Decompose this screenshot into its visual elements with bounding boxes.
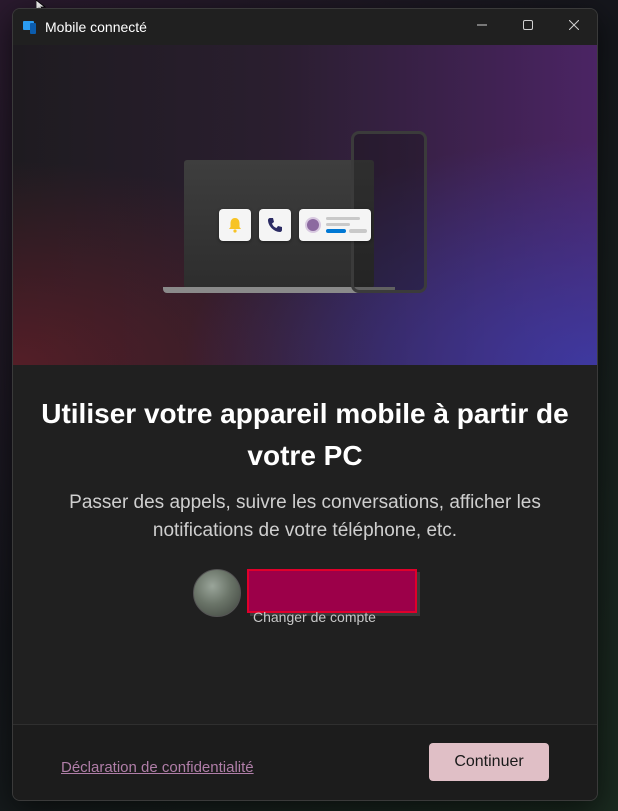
user-avatar — [193, 569, 241, 617]
window-controls — [459, 9, 597, 41]
continue-button[interactable]: Continuer — [429, 743, 549, 781]
maximize-icon — [523, 20, 533, 30]
contact-avatar-icon — [305, 217, 321, 233]
phone-call-icon — [268, 218, 282, 232]
message-card — [299, 209, 371, 241]
window-title: Mobile connecté — [45, 19, 147, 35]
call-card — [259, 209, 291, 241]
minimize-button[interactable] — [459, 9, 505, 41]
title-bar[interactable]: Mobile connecté — [13, 9, 597, 45]
footer: Déclaration de confidentialité Continuer — [13, 724, 597, 800]
privacy-statement-link[interactable]: Déclaration de confidentialité — [61, 759, 254, 776]
hero-illustration — [13, 45, 597, 365]
bell-icon — [229, 218, 241, 233]
page-heading: Utiliser votre appareil mobile à partir … — [41, 398, 569, 471]
redacted-account-name — [247, 569, 417, 613]
page-description: Passer des appels, suivre les conversati… — [69, 492, 541, 541]
close-icon — [569, 20, 579, 30]
change-account-link[interactable]: Changer de compte — [253, 609, 376, 625]
message-preview — [326, 217, 367, 233]
phone-link-app-icon — [23, 20, 37, 34]
minimize-icon — [477, 24, 487, 26]
maximize-button[interactable] — [505, 9, 551, 41]
close-button[interactable] — [551, 9, 597, 41]
notification-card — [219, 209, 251, 241]
account-section: Changer de compte — [193, 569, 433, 629]
app-window: Mobile connecté Utiliser votre appareil … — [12, 8, 598, 801]
